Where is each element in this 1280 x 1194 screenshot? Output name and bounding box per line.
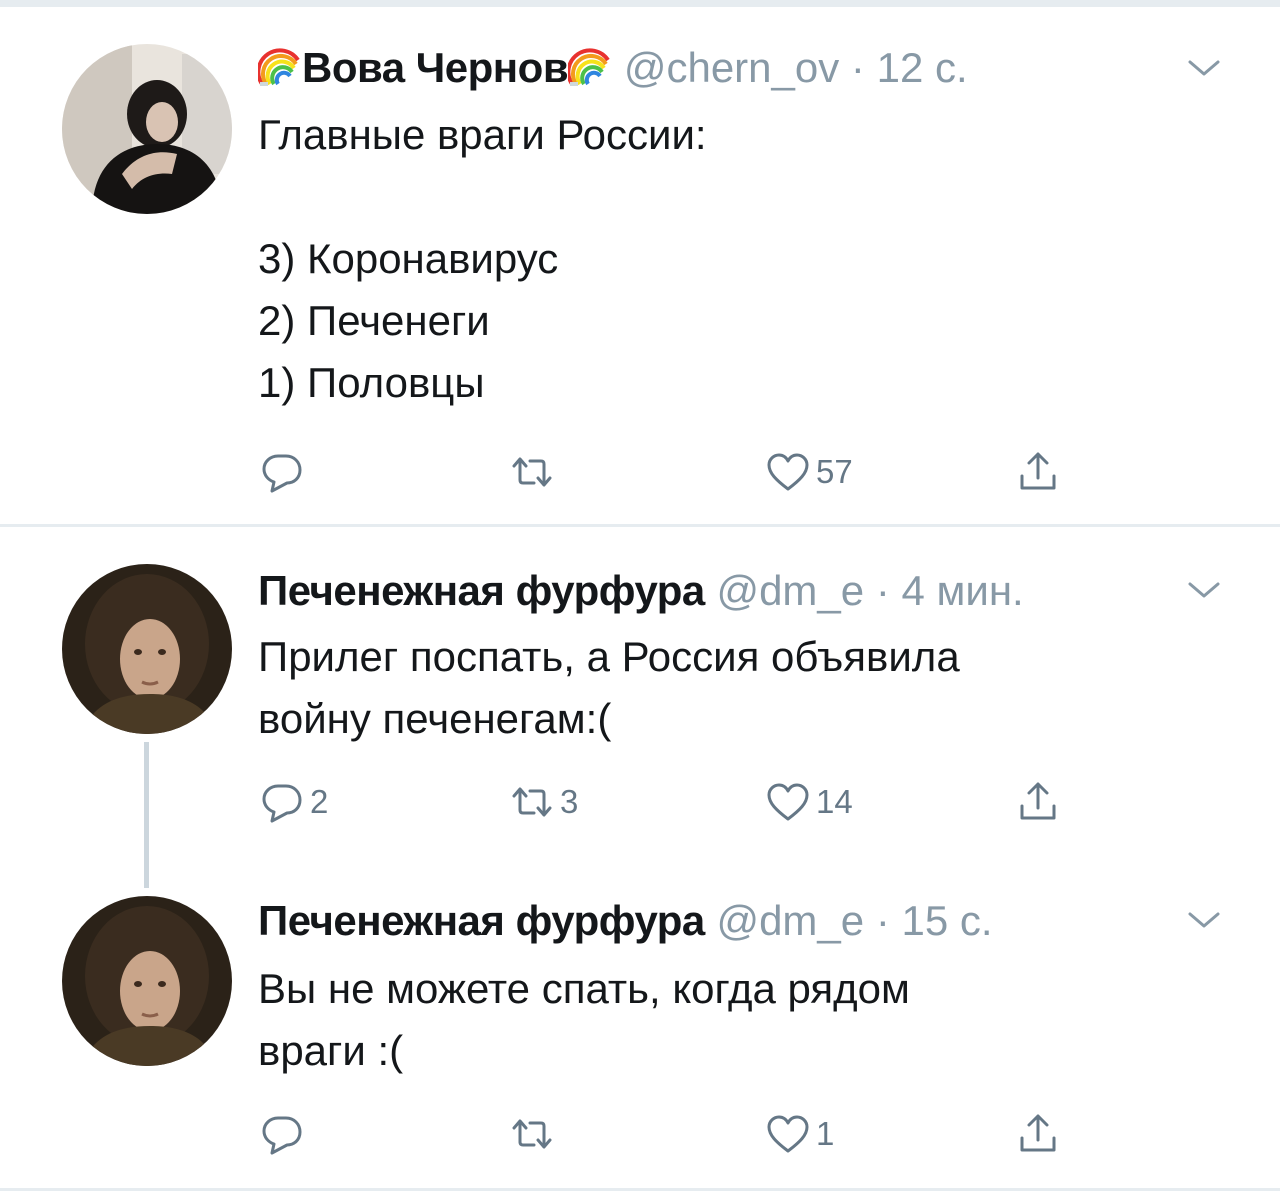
retweet-button[interactable]: 3 <box>508 774 578 830</box>
reply-icon <box>258 448 306 496</box>
like-icon <box>764 1110 812 1158</box>
separator-dot: · <box>875 567 890 614</box>
tweet-text-line: 1) Половцы <box>258 359 485 406</box>
share-button[interactable] <box>1014 774 1062 830</box>
tweet-header: Вова Чернов @chern_ov · 12 с. <box>258 40 968 96</box>
retweet-button[interactable] <box>508 444 560 500</box>
like-button[interactable]: 57 <box>764 444 853 500</box>
reply-button[interactable] <box>258 444 310 500</box>
chevron-down-icon[interactable] <box>1186 908 1222 932</box>
like-icon <box>764 778 812 826</box>
rainbow-icon <box>568 44 612 88</box>
timestamp[interactable]: 12 с. <box>877 44 968 91</box>
reply-button[interactable]: 2 <box>258 774 328 830</box>
timestamp[interactable]: 15 с. <box>901 897 992 944</box>
like-button[interactable]: 14 <box>764 774 853 830</box>
reply-button[interactable] <box>258 1106 310 1162</box>
chevron-down-icon[interactable] <box>1186 56 1222 80</box>
retweet-button[interactable] <box>508 1106 560 1162</box>
reply-icon <box>258 778 306 826</box>
display-name[interactable]: Вова Чернов <box>302 44 569 91</box>
retweet-count: 3 <box>560 783 579 820</box>
thread-connector <box>144 742 149 888</box>
tweet-actions: 2 3 14 <box>258 774 1158 830</box>
avatar[interactable] <box>62 564 232 734</box>
tweet-text: Прилег поспать, а Россия объявила войну … <box>258 626 1218 750</box>
tweet-text-line <box>258 166 1218 228</box>
tweet-text-line: войну печенегам:( <box>258 695 612 742</box>
tweet-divider <box>0 524 1280 527</box>
like-count: 57 <box>816 453 853 490</box>
timestamp[interactable]: 4 мин. <box>901 567 1023 614</box>
separator-dot: · <box>850 44 865 91</box>
reply-icon <box>258 1110 306 1158</box>
reply-count: 2 <box>310 783 329 820</box>
avatar[interactable] <box>62 44 232 214</box>
avatar-photo <box>62 896 232 1066</box>
avatar-photo <box>62 564 232 734</box>
like-icon <box>764 448 812 496</box>
tweet-header: Печенежная фурфура @dm_e · 15 с. <box>258 893 993 949</box>
user-handle[interactable]: @dm_e <box>716 897 864 944</box>
top-border <box>0 0 1280 7</box>
share-button[interactable] <box>1014 1106 1062 1162</box>
tweet-text: Вы не можете спать, когда рядом враги :( <box>258 958 1218 1082</box>
avatar-photo <box>62 44 232 214</box>
like-count: 1 <box>816 1115 835 1152</box>
user-handle[interactable]: @chern_ov <box>624 44 839 91</box>
retweet-icon <box>508 778 556 826</box>
share-button[interactable] <box>1014 444 1062 500</box>
tweet-actions: 1 <box>258 1106 1158 1162</box>
retweet-icon <box>508 448 556 496</box>
tweet-text-line: Прилег поспать, а Россия объявила <box>258 633 960 680</box>
tweet-header: Печенежная фурфура @dm_e · 4 мин. <box>258 563 1024 619</box>
tweet-actions: 57 <box>258 444 1158 500</box>
share-icon <box>1014 1110 1062 1158</box>
user-handle[interactable]: @dm_e <box>716 567 864 614</box>
tweet-text: Главные враги России: 3) Коронавирус 2) … <box>258 104 1218 414</box>
tweet-divider <box>0 1188 1280 1191</box>
tweet-text-line: Вы не можете спать, когда рядом <box>258 965 910 1012</box>
retweet-icon <box>508 1110 556 1158</box>
rainbow-icon <box>258 44 302 88</box>
separator-dot: · <box>875 897 890 944</box>
avatar[interactable] <box>62 896 232 1066</box>
tweet-text-line: 3) Коронавирус <box>258 235 559 282</box>
tweet-text-line: 2) Печенеги <box>258 297 490 344</box>
tweet-text-line: Главные враги России: <box>258 111 707 158</box>
like-button[interactable]: 1 <box>764 1106 834 1162</box>
share-icon <box>1014 778 1062 826</box>
tweet-text-line: враги :( <box>258 1027 404 1074</box>
share-icon <box>1014 448 1062 496</box>
display-name[interactable]: Печенежная фурфура <box>258 897 705 944</box>
like-count: 14 <box>816 783 853 820</box>
display-name[interactable]: Печенежная фурфура <box>258 567 705 614</box>
chevron-down-icon[interactable] <box>1186 578 1222 602</box>
